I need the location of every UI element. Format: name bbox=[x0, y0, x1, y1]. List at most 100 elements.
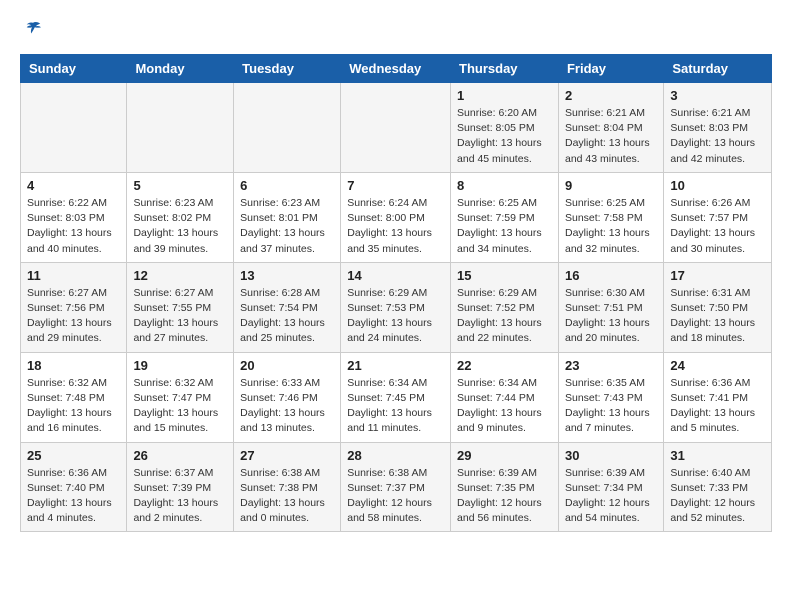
calendar-cell: 29 Sunrise: 6:39 AM Sunset: 7:35 PM Dayli… bbox=[451, 442, 559, 532]
day-info: Sunrise: 6:36 AM Sunset: 7:40 PM Dayligh… bbox=[27, 466, 120, 527]
calendar-cell: 23Sunrise: 6:35 AM Sunset: 7:43 PM Dayli… bbox=[558, 352, 663, 442]
day-info: Sunrise: 6:22 AM Sunset: 8:03 PM Dayligh… bbox=[27, 196, 120, 257]
day-number: 17 bbox=[670, 268, 765, 283]
logo bbox=[20, 20, 44, 38]
day-number: 18 bbox=[27, 358, 120, 373]
calendar-cell: 26 Sunrise: 6:37 AM Sunset: 7:39 PM Dayli… bbox=[127, 442, 234, 532]
day-info: Sunrise: 6:37 AM Sunset: 7:39 PM Dayligh… bbox=[133, 466, 227, 527]
calendar-cell: 12 Sunrise: 6:27 AM Sunset: 7:55 PM Dayli… bbox=[127, 262, 234, 352]
day-number: 19 bbox=[133, 358, 227, 373]
day-info: Sunrise: 6:29 AM Sunset: 7:52 PM Dayligh… bbox=[457, 286, 552, 347]
logo-bird-icon bbox=[24, 20, 42, 38]
calendar-cell: 11 Sunrise: 6:27 AM Sunset: 7:56 PM Dayli… bbox=[21, 262, 127, 352]
calendar-cell: 18 Sunrise: 6:32 AM Sunset: 7:48 PM Dayli… bbox=[21, 352, 127, 442]
day-info: Sunrise: 6:21 AM Sunset: 8:03 PM Dayligh… bbox=[670, 106, 765, 167]
calendar-cell: 16 Sunrise: 6:30 AM Sunset: 7:51 PM Dayli… bbox=[558, 262, 663, 352]
calendar-cell bbox=[234, 83, 341, 173]
day-number: 30 bbox=[565, 448, 657, 463]
weekday-header-thursday: Thursday bbox=[451, 55, 559, 83]
day-info: Sunrise: 6:25 AM Sunset: 7:59 PM Dayligh… bbox=[457, 196, 552, 257]
weekday-header-saturday: Saturday bbox=[664, 55, 772, 83]
calendar-cell: 20 Sunrise: 6:33 AM Sunset: 7:46 PM Dayli… bbox=[234, 352, 341, 442]
day-number: 14 bbox=[347, 268, 444, 283]
day-info: Sunrise: 6:32 AM Sunset: 7:47 PM Dayligh… bbox=[133, 376, 227, 437]
day-number: 27 bbox=[240, 448, 334, 463]
day-info: Sunrise: 6:39 AM Sunset: 7:34 PM Dayligh… bbox=[565, 466, 657, 527]
calendar-cell: 2 Sunrise: 6:21 AM Sunset: 8:04 PM Daylig… bbox=[558, 83, 663, 173]
day-number: 11 bbox=[27, 268, 120, 283]
day-info: Sunrise: 6:29 AM Sunset: 7:53 PM Dayligh… bbox=[347, 286, 444, 347]
day-info: Sunrise: 6:24 AM Sunset: 8:00 PM Dayligh… bbox=[347, 196, 444, 257]
calendar-cell: 25 Sunrise: 6:36 AM Sunset: 7:40 PM Dayli… bbox=[21, 442, 127, 532]
day-info: Sunrise: 6:34 AM Sunset: 7:44 PM Dayligh… bbox=[457, 376, 552, 437]
day-info: Sunrise: 6:31 AM Sunset: 7:50 PM Dayligh… bbox=[670, 286, 765, 347]
day-number: 25 bbox=[27, 448, 120, 463]
calendar-cell: 9 Sunrise: 6:25 AM Sunset: 7:58 PM Daylig… bbox=[558, 172, 663, 262]
day-number: 26 bbox=[133, 448, 227, 463]
day-number: 21 bbox=[347, 358, 444, 373]
calendar-week-row: 4Sunrise: 6:22 AM Sunset: 8:03 PM Daylig… bbox=[21, 172, 772, 262]
calendar-cell: 19 Sunrise: 6:32 AM Sunset: 7:47 PM Dayli… bbox=[127, 352, 234, 442]
day-number: 29 bbox=[457, 448, 552, 463]
day-number: 9 bbox=[565, 178, 657, 193]
day-number: 15 bbox=[457, 268, 552, 283]
day-info: Sunrise: 6:32 AM Sunset: 7:48 PM Dayligh… bbox=[27, 376, 120, 437]
weekday-header-wednesday: Wednesday bbox=[341, 55, 451, 83]
day-number: 8 bbox=[457, 178, 552, 193]
day-number: 31 bbox=[670, 448, 765, 463]
day-number: 24 bbox=[670, 358, 765, 373]
weekday-header-monday: Monday bbox=[127, 55, 234, 83]
calendar-week-row: 18 Sunrise: 6:32 AM Sunset: 7:48 PM Dayli… bbox=[21, 352, 772, 442]
day-info: Sunrise: 6:38 AM Sunset: 7:37 PM Dayligh… bbox=[347, 466, 444, 527]
day-info: Sunrise: 6:27 AM Sunset: 7:55 PM Dayligh… bbox=[133, 286, 227, 347]
calendar-cell: 13Sunrise: 6:28 AM Sunset: 7:54 PM Dayli… bbox=[234, 262, 341, 352]
day-info: Sunrise: 6:36 AM Sunset: 7:41 PM Dayligh… bbox=[670, 376, 765, 437]
day-info: Sunrise: 6:23 AM Sunset: 8:01 PM Dayligh… bbox=[240, 196, 334, 257]
day-info: Sunrise: 6:30 AM Sunset: 7:51 PM Dayligh… bbox=[565, 286, 657, 347]
weekday-header-friday: Friday bbox=[558, 55, 663, 83]
day-info: Sunrise: 6:25 AM Sunset: 7:58 PM Dayligh… bbox=[565, 196, 657, 257]
calendar-cell: 21Sunrise: 6:34 AM Sunset: 7:45 PM Dayli… bbox=[341, 352, 451, 442]
day-number: 13 bbox=[240, 268, 334, 283]
calendar-cell: 15 Sunrise: 6:29 AM Sunset: 7:52 PM Dayli… bbox=[451, 262, 559, 352]
day-info: Sunrise: 6:21 AM Sunset: 8:04 PM Dayligh… bbox=[565, 106, 657, 167]
day-number: 28 bbox=[347, 448, 444, 463]
day-info: Sunrise: 6:38 AM Sunset: 7:38 PM Dayligh… bbox=[240, 466, 334, 527]
day-info: Sunrise: 6:26 AM Sunset: 7:57 PM Dayligh… bbox=[670, 196, 765, 257]
day-number: 16 bbox=[565, 268, 657, 283]
day-info: Sunrise: 6:23 AM Sunset: 8:02 PM Dayligh… bbox=[133, 196, 227, 257]
calendar-cell: 10 Sunrise: 6:26 AM Sunset: 7:57 PM Dayli… bbox=[664, 172, 772, 262]
calendar-cell: 1Sunrise: 6:20 AM Sunset: 8:05 PM Daylig… bbox=[451, 83, 559, 173]
day-info: Sunrise: 6:40 AM Sunset: 7:33 PM Dayligh… bbox=[670, 466, 765, 527]
day-info: Sunrise: 6:39 AM Sunset: 7:35 PM Dayligh… bbox=[457, 466, 552, 527]
day-number: 12 bbox=[133, 268, 227, 283]
weekday-header-row: SundayMondayTuesdayWednesdayThursdayFrid… bbox=[21, 55, 772, 83]
calendar-week-row: 1Sunrise: 6:20 AM Sunset: 8:05 PM Daylig… bbox=[21, 83, 772, 173]
day-number: 5 bbox=[133, 178, 227, 193]
calendar-cell: 30 Sunrise: 6:39 AM Sunset: 7:34 PM Dayli… bbox=[558, 442, 663, 532]
calendar-cell bbox=[21, 83, 127, 173]
day-number: 10 bbox=[670, 178, 765, 193]
weekday-header-sunday: Sunday bbox=[21, 55, 127, 83]
day-number: 23 bbox=[565, 358, 657, 373]
calendar-week-row: 11 Sunrise: 6:27 AM Sunset: 7:56 PM Dayli… bbox=[21, 262, 772, 352]
calendar-cell: 3Sunrise: 6:21 AM Sunset: 8:03 PM Daylig… bbox=[664, 83, 772, 173]
page-header bbox=[20, 20, 772, 38]
day-info: Sunrise: 6:33 AM Sunset: 7:46 PM Dayligh… bbox=[240, 376, 334, 437]
calendar-cell bbox=[127, 83, 234, 173]
calendar-cell: 6Sunrise: 6:23 AM Sunset: 8:01 PM Daylig… bbox=[234, 172, 341, 262]
calendar-week-row: 25 Sunrise: 6:36 AM Sunset: 7:40 PM Dayli… bbox=[21, 442, 772, 532]
day-number: 22 bbox=[457, 358, 552, 373]
calendar-cell: 24 Sunrise: 6:36 AM Sunset: 7:41 PM Dayli… bbox=[664, 352, 772, 442]
calendar-cell: 5 Sunrise: 6:23 AM Sunset: 8:02 PM Daylig… bbox=[127, 172, 234, 262]
day-number: 2 bbox=[565, 88, 657, 103]
day-number: 7 bbox=[347, 178, 444, 193]
calendar-cell: 17 Sunrise: 6:31 AM Sunset: 7:50 PM Dayli… bbox=[664, 262, 772, 352]
calendar-cell: 22 Sunrise: 6:34 AM Sunset: 7:44 PM Dayli… bbox=[451, 352, 559, 442]
weekday-header-tuesday: Tuesday bbox=[234, 55, 341, 83]
calendar-cell: 27 Sunrise: 6:38 AM Sunset: 7:38 PM Dayli… bbox=[234, 442, 341, 532]
calendar-cell: 31 Sunrise: 6:40 AM Sunset: 7:33 PM Dayli… bbox=[664, 442, 772, 532]
day-number: 20 bbox=[240, 358, 334, 373]
calendar-cell: 4Sunrise: 6:22 AM Sunset: 8:03 PM Daylig… bbox=[21, 172, 127, 262]
day-info: Sunrise: 6:27 AM Sunset: 7:56 PM Dayligh… bbox=[27, 286, 120, 347]
